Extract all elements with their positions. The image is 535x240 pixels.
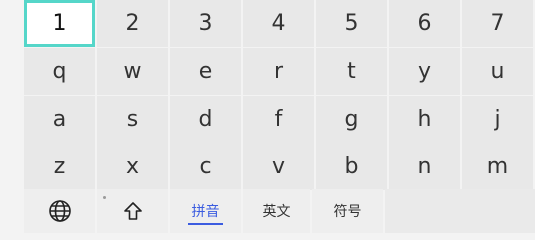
key-w[interactable]: w (97, 48, 168, 95)
key-2[interactable]: 2 (97, 0, 168, 47)
key-6[interactable]: 6 (389, 0, 460, 47)
key-z[interactable]: z (24, 143, 95, 190)
key-n[interactable]: n (389, 143, 460, 190)
key-r[interactable]: r (243, 48, 314, 95)
key-u[interactable]: u (462, 48, 533, 95)
key-t[interactable]: t (316, 48, 387, 95)
key-m[interactable]: m (462, 143, 533, 190)
key-4[interactable]: 4 (243, 0, 314, 47)
shift-arrow-icon (122, 200, 144, 222)
key-f[interactable]: f (243, 96, 314, 143)
keyboard-row-numbers: 1 2 3 4 5 6 7 (24, 0, 535, 47)
key-q[interactable]: q (24, 48, 95, 95)
key-3[interactable]: 3 (170, 0, 241, 47)
key-g[interactable]: g (316, 96, 387, 143)
key-x[interactable]: x (97, 143, 168, 190)
key-h[interactable]: h (389, 96, 460, 143)
key-j[interactable]: j (462, 96, 533, 143)
key-c[interactable]: c (170, 143, 241, 190)
key-v[interactable]: v (243, 143, 314, 190)
key-s[interactable]: s (97, 96, 168, 143)
spacebar[interactable] (385, 189, 535, 233)
tab-symbols[interactable]: 符号 (312, 189, 383, 233)
language-switch-button[interactable] (24, 189, 95, 233)
active-tab-indicator (188, 223, 223, 225)
globe-icon (48, 199, 72, 223)
key-b[interactable]: b (316, 143, 387, 190)
key-7[interactable]: 7 (462, 0, 533, 47)
tab-pinyin[interactable]: 拼音 (170, 189, 241, 233)
tab-english-label: 英文 (262, 204, 291, 220)
keyboard-row-qwerty: q w e r t y u (24, 48, 535, 95)
status-dot (103, 196, 106, 199)
key-a[interactable]: a (24, 96, 95, 143)
key-y[interactable]: y (389, 48, 460, 95)
tab-pinyin-label: 拼音 (191, 204, 220, 220)
shift-button[interactable] (97, 189, 168, 233)
key-5[interactable]: 5 (316, 0, 387, 47)
key-e[interactable]: e (170, 48, 241, 95)
keyboard-row-asdf: a s d f g h j (24, 96, 535, 143)
tab-english[interactable]: 英文 (243, 189, 310, 233)
tab-symbols-label: 符号 (333, 204, 362, 220)
keyboard-row-zxcv: z x c v b n m (24, 143, 535, 190)
key-d[interactable]: d (170, 96, 241, 143)
virtual-keyboard: 1 2 3 4 5 6 7 q w e r t y u a s d f g h … (24, 0, 535, 233)
key-1[interactable]: 1 (24, 0, 95, 47)
